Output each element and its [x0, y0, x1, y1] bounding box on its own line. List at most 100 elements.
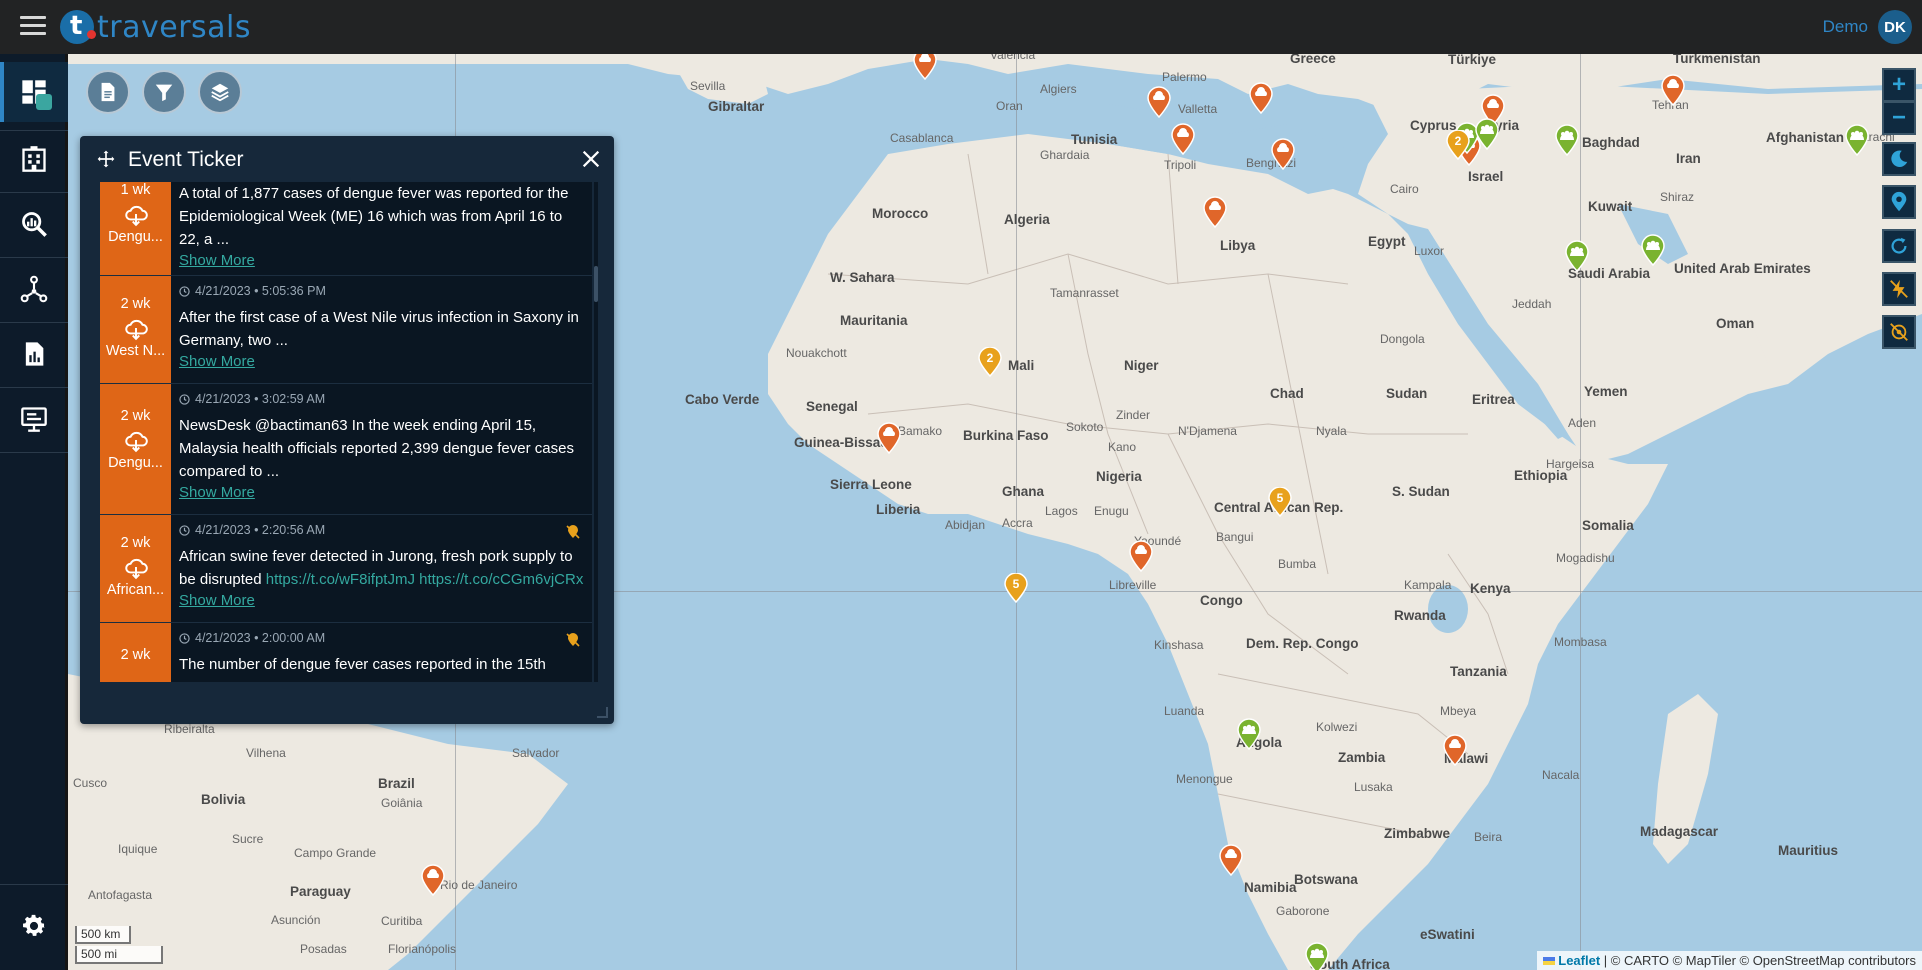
event-marker[interactable]	[1660, 74, 1686, 107]
map-label: Vilhena	[246, 746, 286, 760]
cluster-marker[interactable]: 5	[1268, 486, 1292, 518]
group-marker[interactable]	[1304, 942, 1330, 970]
sidebar-item-reports[interactable]	[14, 334, 54, 374]
flash-toggle-button[interactable]	[1882, 272, 1916, 306]
ticker-event[interactable]: 2 wk 4/21/2023 • 2:00:00 AM The number o…	[100, 623, 592, 682]
event-marker[interactable]	[1442, 734, 1468, 767]
location-off-icon[interactable]	[566, 525, 580, 539]
sidebar-item-network[interactable]	[14, 269, 54, 309]
group-marker[interactable]	[1236, 718, 1262, 751]
show-more-link[interactable]: Show More	[179, 252, 255, 269]
documents-button[interactable]	[86, 70, 130, 114]
map-label: Kinshasa	[1154, 638, 1204, 652]
ticker-event[interactable]: 2 wk Dengu... 4/21/2023 • 3:02:59 AM New…	[100, 384, 592, 515]
map-label: Campo Grande	[294, 846, 377, 860]
brand-logo[interactable]: traversals	[60, 9, 251, 45]
map-label: Cusco	[73, 776, 108, 790]
alert-pin-icon	[1203, 196, 1227, 229]
map-label: Bumba	[1278, 557, 1317, 571]
locate-button[interactable]	[1882, 185, 1916, 219]
event-marker[interactable]	[1128, 540, 1154, 573]
cloud-alert-icon	[124, 431, 148, 453]
visibility-toggle-button[interactable]	[1882, 315, 1916, 349]
group-marker[interactable]	[1844, 124, 1870, 157]
minus-icon: −	[1891, 104, 1906, 131]
ticker-header[interactable]: Event Ticker	[80, 136, 614, 182]
zoom-out-button[interactable]: −	[1882, 101, 1916, 135]
show-more-link[interactable]: Show More	[179, 592, 255, 609]
show-more-link[interactable]: Show More	[179, 484, 255, 501]
event-marker[interactable]	[1202, 196, 1228, 229]
resize-handle-icon[interactable]	[594, 704, 608, 718]
scrollbar-thumb[interactable]	[594, 266, 598, 302]
sidebar-item-buildings[interactable]	[14, 139, 54, 179]
ticker-event[interactable]: 2 wk African... 4/21/2023 • 2:20:56 AM A…	[100, 515, 592, 623]
event-marker[interactable]	[1170, 123, 1196, 156]
event-link[interactable]: https://t.co/wF8ifptJmJ	[266, 571, 415, 588]
close-icon[interactable]	[580, 148, 602, 170]
event-link[interactable]: https://t.co/cCGm6vjCRx	[419, 571, 583, 588]
cluster-marker[interactable]: 2	[978, 346, 1002, 378]
cluster-marker[interactable]: 2	[1446, 129, 1470, 161]
event-age: 2 wk	[120, 535, 151, 551]
ticker-scrollbar[interactable]	[594, 182, 598, 682]
move-icon[interactable]	[96, 149, 116, 169]
map-attribution: Leaflet | © CARTO © MapTiler © OpenStree…	[1537, 951, 1922, 970]
layers-button[interactable]	[198, 70, 242, 114]
meridian-line	[1016, 54, 1017, 970]
refresh-button[interactable]	[1882, 229, 1916, 263]
event-marker[interactable]	[420, 864, 446, 897]
map-label: Algeria	[1004, 212, 1050, 227]
map-label: Mauritania	[840, 313, 908, 328]
cluster-marker[interactable]: 5	[1004, 572, 1028, 604]
map-label: Türkiye	[1448, 54, 1497, 67]
presentation-icon	[21, 407, 47, 432]
show-more-link[interactable]: Show More	[179, 353, 255, 370]
leaflet-link[interactable]: Leaflet	[1558, 953, 1600, 968]
map-label: Antofagasta	[88, 888, 153, 902]
ticker-event[interactable]: 2 wk West N... 4/21/2023 • 5:05:36 PM Af…	[100, 276, 592, 384]
map-label: Iquique	[118, 842, 158, 856]
sidebar-item-dashboard[interactable]	[14, 72, 54, 112]
group-marker[interactable]	[1640, 234, 1666, 267]
map-label: Israel	[1468, 169, 1504, 184]
meridian-line	[1580, 54, 1581, 970]
event-time-text: 4/21/2023 • 2:20:56 AM	[195, 523, 326, 537]
plus-icon: +	[1891, 71, 1906, 98]
menu-icon[interactable]	[20, 16, 46, 38]
map-label: Nouakchott	[786, 346, 847, 360]
ticker-list[interactable]: 1 wk Dengu... A total of 1,877 cases of …	[100, 182, 592, 682]
group-marker[interactable]	[1474, 118, 1500, 151]
event-marker[interactable]	[876, 422, 902, 455]
ticker-event[interactable]: 1 wk Dengu... A total of 1,877 cases of …	[100, 182, 592, 276]
event-marker[interactable]	[912, 54, 938, 81]
event-marker[interactable]	[1248, 82, 1274, 115]
event-marker[interactable]	[1218, 844, 1244, 877]
settings-button[interactable]	[14, 906, 54, 946]
event-marker[interactable]	[1270, 138, 1296, 171]
event-category: African...	[106, 582, 165, 598]
people-pin-icon	[1641, 234, 1665, 267]
group-marker[interactable]	[1564, 240, 1590, 273]
event-marker[interactable]	[1146, 86, 1172, 119]
people-pin-icon	[1305, 942, 1329, 970]
filter-button[interactable]	[142, 70, 186, 114]
dark-mode-button[interactable]	[1882, 142, 1916, 176]
avatar[interactable]: DK	[1878, 10, 1912, 44]
cloud-alert-icon	[124, 558, 148, 580]
map-label: Turkmenistan	[1673, 54, 1761, 66]
user-name[interactable]: Demo	[1823, 17, 1868, 37]
event-time-text: 4/21/2023 • 2:00:00 AM	[195, 631, 326, 645]
zoom-in-button[interactable]: +	[1882, 68, 1916, 102]
map-label: Iran	[1676, 151, 1701, 166]
sidebar-item-presentation[interactable]	[14, 399, 54, 439]
location-off-icon[interactable]	[566, 633, 580, 647]
map-label: Abidjan	[945, 518, 986, 532]
group-marker[interactable]	[1554, 124, 1580, 157]
sidebar-item-search[interactable]	[14, 204, 54, 244]
map-label: Gaborone	[1276, 904, 1330, 918]
cluster-count: 2	[1454, 134, 1462, 148]
leaflet-flag-icon	[1543, 957, 1556, 965]
map-label: Sierra Leone	[830, 477, 912, 492]
map-label: Mbeya	[1440, 704, 1477, 718]
